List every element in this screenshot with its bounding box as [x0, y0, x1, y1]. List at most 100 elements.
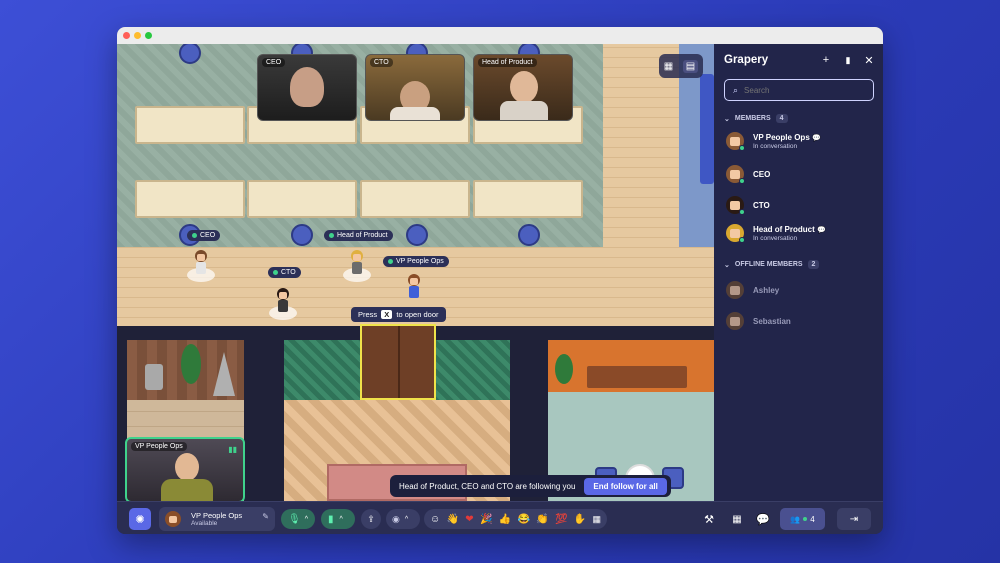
member-status: In conversation	[753, 234, 798, 242]
avatar	[726, 224, 745, 243]
emoji-reaction[interactable]: 👋	[447, 514, 459, 525]
sofa[interactable]	[700, 74, 714, 184]
video-tile-cto[interactable]: CTO	[365, 54, 465, 121]
member-item[interactable]: Head of Product 💬 In conversation	[726, 224, 826, 243]
chevron-up-icon[interactable]: ^	[305, 516, 308, 523]
emoji-reaction[interactable]: 😂	[517, 514, 529, 525]
avatar	[165, 511, 181, 527]
participant-face	[510, 71, 538, 103]
end-follow-button[interactable]: End follow for all	[584, 477, 667, 495]
desk	[360, 180, 470, 218]
video-tile-head-of-product[interactable]: Head of Product	[473, 54, 573, 121]
participants-button[interactable]: 👥 4	[780, 508, 825, 530]
name-tag-cto: CTO	[268, 267, 301, 278]
emoji-reaction[interactable]: ☺	[430, 514, 440, 525]
record-icon: ◉	[392, 513, 400, 524]
participant-body	[161, 479, 213, 501]
name-tag-head-of-product: Head of Product	[324, 230, 393, 241]
people-icon: 👥	[790, 514, 801, 524]
game-map[interactable]: CEO CTO Head of Product ▦ ▤ CEO Head of …	[117, 44, 714, 501]
members-panel: Grapery + ▮ ✕ ⌕ ⌄ MEMBERS 4 VP People Op…	[714, 44, 883, 501]
self-video[interactable]: VP People Ops ▮▮	[125, 437, 245, 501]
audio-level-icon: ▮▮	[228, 445, 237, 454]
raise-hand-icon[interactable]: ✋	[574, 514, 586, 525]
wall	[244, 326, 284, 501]
search-input[interactable]	[744, 85, 855, 95]
avatar-cto[interactable]	[269, 288, 297, 320]
emoji-reaction[interactable]: 🎉	[480, 514, 492, 525]
chair[interactable]	[291, 224, 313, 246]
more-reactions-icon[interactable]: ▦	[592, 514, 601, 525]
app-menu-icon[interactable]: ✺	[129, 508, 151, 530]
leave-button[interactable]: ⇥	[837, 508, 871, 530]
calendar-icon[interactable]: ▦	[729, 511, 745, 527]
statue	[145, 364, 163, 390]
offline-member-item[interactable]: Ashley	[726, 281, 779, 299]
emoji-reaction[interactable]: 👍	[499, 514, 511, 525]
name-tag-ceo: CEO	[187, 230, 221, 241]
pencil-icon[interactable]: ✎	[262, 512, 269, 521]
chat-bubble-icon: 💬	[812, 134, 821, 142]
close-icon[interactable]: ✕	[861, 52, 877, 68]
video-tile-label: CTO	[370, 58, 393, 67]
reactions-bar: ☺ 👋 ❤ 🎉 👍 😂 👏 💯 ✋ ▦	[424, 509, 607, 529]
follow-banner-text: Head of Product, CEO and CTO are followi…	[399, 481, 576, 491]
avatar	[726, 196, 745, 215]
user-status-button[interactable]: VP People Ops Available ✎	[159, 507, 275, 531]
chair[interactable]	[518, 224, 540, 246]
plant[interactable]	[555, 354, 573, 384]
avatar	[726, 281, 744, 299]
panel-title: Grapery	[724, 54, 769, 66]
build-hammer-icon[interactable]: ⚒	[701, 511, 717, 527]
title-bar	[117, 27, 883, 44]
chat-bubble-icon: 💬	[817, 226, 826, 234]
online-dot	[803, 517, 808, 521]
emoji-reaction[interactable]: ❤	[465, 514, 473, 525]
self-video-label: VP People Ops	[131, 442, 187, 451]
member-name: VP People Ops	[753, 132, 810, 142]
chevron-down-icon: ⌄	[724, 261, 730, 269]
search-icon: ⌕	[733, 84, 739, 95]
view-toggle: ▦ ▤	[659, 54, 703, 78]
exit-door-icon: ⇥	[849, 513, 859, 525]
chevron-up-icon[interactable]: ^	[405, 516, 408, 523]
add-member-icon[interactable]: +	[818, 52, 834, 68]
info-icon[interactable]: ▮	[840, 52, 856, 68]
search-field[interactable]: ⌕	[724, 79, 874, 101]
chair[interactable]	[406, 224, 428, 246]
video-tile-label: CEO	[262, 58, 286, 67]
key-hint: X	[381, 310, 393, 319]
avatar-ceo[interactable]	[187, 250, 215, 282]
microphone-button[interactable]: 🎙 ^	[281, 509, 315, 529]
member-item[interactable]: VP People Ops 💬 In conversation	[726, 132, 821, 151]
chevron-down-icon: ⌄	[724, 115, 730, 123]
video-tile-ceo[interactable]: CEO	[257, 54, 357, 121]
member-item[interactable]: CEO	[726, 165, 770, 184]
screen-share-icon: ⇪	[367, 513, 375, 524]
members-section-header[interactable]: ⌄ MEMBERS 4	[724, 114, 788, 123]
plant[interactable]	[181, 344, 201, 384]
door[interactable]	[360, 324, 436, 400]
close-window-button[interactable]	[123, 32, 130, 39]
user-name: VP People Ops	[191, 511, 243, 520]
avatar-head-of-product[interactable]	[343, 250, 371, 282]
camera-button[interactable]: ▮ ^	[321, 509, 355, 529]
offline-section-header[interactable]: ⌄ OFFLINE MEMBERS 2	[724, 260, 820, 269]
screen-share-button[interactable]: ⇪	[361, 509, 381, 529]
maximize-window-button[interactable]	[145, 32, 152, 39]
emoji-reaction[interactable]: 👏	[536, 514, 548, 525]
desk	[473, 180, 583, 218]
map-icon[interactable]: ▤	[682, 59, 699, 73]
bench	[587, 366, 687, 388]
name-tag-vp-people-ops: VP People Ops	[383, 256, 449, 267]
record-button[interactable]: ◉ ^	[386, 509, 420, 529]
offline-member-item[interactable]: Sebastian	[726, 312, 791, 330]
chevron-up-icon[interactable]: ^	[340, 516, 343, 523]
chat-icon[interactable]: 💬	[755, 511, 771, 527]
minimize-window-button[interactable]	[134, 32, 141, 39]
offline-count: 2	[807, 260, 820, 269]
emoji-reaction[interactable]: 💯	[555, 514, 567, 525]
grid-icon[interactable]: ▦	[664, 61, 673, 72]
avatar-vp-people-ops[interactable]	[406, 274, 422, 302]
member-item[interactable]: CTO	[726, 196, 770, 215]
